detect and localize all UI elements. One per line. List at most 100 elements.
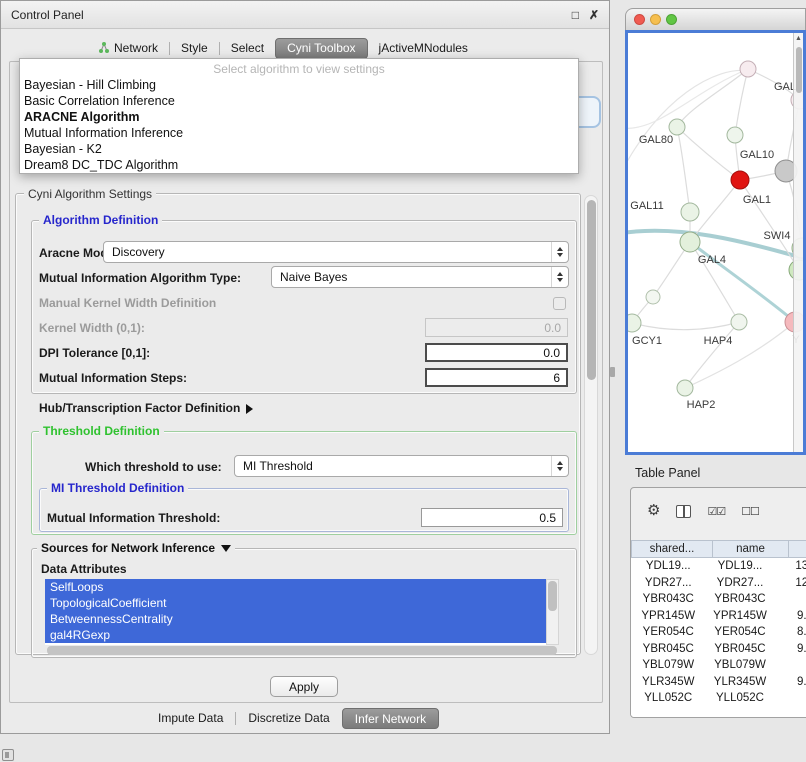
apply-button[interactable]: Apply	[270, 676, 338, 697]
column-browser-icon[interactable]	[676, 505, 691, 518]
algorithm-option[interactable]: Bayesian - K2	[20, 141, 578, 157]
collapsed-panel-icon[interactable]	[2, 749, 14, 761]
combo-arrows-icon	[551, 267, 568, 287]
zoom-traffic-light-icon[interactable]	[666, 14, 677, 25]
settings-vertical-scrollbar[interactable]	[584, 195, 598, 655]
table-row[interactable]: YER054CYER054C8.	[631, 624, 806, 641]
attribute-item[interactable]: gal4RGexp	[45, 627, 546, 643]
network-node[interactable]	[740, 61, 756, 77]
gear-icon[interactable]: ⚙	[647, 502, 660, 520]
network-scroll-thumb[interactable]	[796, 47, 802, 93]
network-vertical-scrollbar[interactable]: ▲	[793, 33, 803, 452]
tab-impute-data[interactable]: Impute Data	[146, 708, 235, 729]
network-edge[interactable]	[685, 322, 739, 388]
network-node[interactable]	[731, 314, 747, 330]
network-node[interactable]	[646, 290, 660, 304]
mi-threshold-field[interactable]: 0.5	[421, 508, 563, 527]
table-row[interactable]: YLL052CYLL052C	[631, 690, 806, 707]
group-title: Cyni Algorithm Settings	[24, 187, 156, 201]
network-node[interactable]	[681, 203, 699, 221]
mi-threshold-label: Mutual Information Threshold:	[47, 511, 220, 525]
algorithm-option[interactable]: Mutual Information Inference	[20, 125, 578, 141]
network-edge[interactable]	[677, 127, 690, 212]
network-edge[interactable]	[628, 70, 750, 175]
combo-arrows-icon	[551, 456, 568, 476]
network-node[interactable]	[669, 119, 685, 135]
window-title: Control Panel	[11, 8, 84, 22]
mi-steps-label: Mutual Information Steps:	[39, 371, 187, 385]
panel-splitter-handle[interactable]	[610, 367, 615, 377]
network-edge[interactable]	[628, 69, 748, 128]
network-view-window: GALGAL80GAL10GAL1GAL11SWI4GAL4GCY1HAP4YH…	[625, 8, 806, 455]
tab-style-label: Style	[181, 38, 208, 59]
table-row[interactable]: YDR27...YDR27...12	[631, 575, 806, 592]
combo-arrows-icon	[551, 242, 568, 262]
hub-section-header[interactable]: Hub/Transcription Factor Definition	[39, 401, 253, 415]
network-node[interactable]	[727, 127, 743, 143]
mi-algorithm-type-combo[interactable]: Naive Bayes	[271, 266, 569, 288]
algorithm-option[interactable]: ARACNE Algorithm	[20, 109, 578, 125]
select-all-rows-icon[interactable]: ☑☑	[707, 505, 725, 518]
algorithm-placeholder: Select algorithm to view settings	[20, 61, 578, 77]
manual-kernel-width-label: Manual Kernel Width Definition	[39, 296, 216, 310]
node-label: GAL80	[639, 134, 673, 146]
column-header[interactable]: name	[713, 540, 789, 558]
mi-steps-field[interactable]: 6	[425, 368, 568, 387]
table-row[interactable]: YPR145WYPR145W9.	[631, 608, 806, 625]
minimize-traffic-light-icon[interactable]	[650, 14, 661, 25]
table-toolbar: ⚙ ☑☑ ☐☐	[631, 498, 806, 524]
network-node[interactable]	[731, 171, 749, 189]
column-header[interactable]: shared...	[631, 540, 713, 558]
attributes-vertical-scrollbar[interactable]	[546, 579, 559, 645]
tab-jactivemnodules-label: jActiveMNodules	[379, 38, 468, 59]
network-node[interactable]	[680, 232, 700, 252]
data-attributes-list[interactable]: SelfLoopsTopologicalCoefficientBetweenne…	[45, 579, 546, 645]
algorithm-option[interactable]: Basic Correlation Inference	[20, 93, 578, 109]
algorithm-option[interactable]: Bayesian - Hill Climbing	[20, 77, 578, 93]
which-threshold-value: MI Threshold	[243, 459, 313, 473]
attribute-item[interactable]: BetweennessCentrality	[45, 611, 546, 627]
aracne-mode-combo[interactable]: Discovery	[103, 241, 569, 263]
network-window-titlebar[interactable]	[625, 8, 806, 30]
tab-discretize-data[interactable]: Discretize Data	[236, 708, 341, 729]
scroll-up-icon[interactable]: ▲	[794, 33, 803, 45]
deselect-all-rows-icon[interactable]: ☐☐	[741, 505, 759, 518]
cyni-bottom-tab-bar: Impute Data Discretize Data Infer Networ…	[146, 708, 439, 729]
network-edge[interactable]	[685, 322, 795, 388]
algorithm-list: Bayesian - Hill ClimbingBasic Correlatio…	[20, 77, 578, 173]
network-edge[interactable]	[735, 69, 748, 135]
node-label: HAP2	[687, 399, 716, 411]
table-row[interactable]: YDL19...YDL19...13	[631, 558, 806, 575]
table-row[interactable]: YBL079WYBL079W	[631, 657, 806, 674]
algorithm-option[interactable]: Dream8 DC_TDC Algorithm	[20, 157, 578, 173]
tab-select[interactable]: Select	[220, 38, 275, 59]
network-canvas[interactable]: GALGAL80GAL10GAL1GAL11SWI4GAL4GCY1HAP4YH…	[628, 33, 803, 452]
network-node[interactable]	[677, 380, 693, 396]
network-edge[interactable]	[632, 322, 739, 330]
tab-style[interactable]: Style	[170, 38, 219, 59]
close-window-icon[interactable]: ✗	[589, 8, 599, 22]
sources-header[interactable]: Sources for Network Inference	[37, 541, 235, 555]
close-traffic-light-icon[interactable]	[634, 14, 645, 25]
manual-kernel-width-checkbox[interactable]	[553, 297, 566, 310]
attribute-item[interactable]: TopologicalCoefficient	[45, 595, 546, 611]
network-node[interactable]	[628, 314, 641, 332]
float-window-icon[interactable]: □	[572, 8, 579, 22]
kernel-width-field[interactable]: 0.0	[425, 318, 568, 337]
tab-jactivemnodules[interactable]: jActiveMNodules	[368, 38, 479, 59]
which-threshold-combo[interactable]: MI Threshold	[234, 455, 569, 477]
node-label: GCY1	[632, 335, 662, 347]
tab-network[interactable]: Network	[87, 38, 169, 59]
attribute-item[interactable]: SelfLoops	[45, 579, 546, 595]
table-row[interactable]: YBR043CYBR043C	[631, 591, 806, 608]
attributes-horizontal-scrollbar[interactable]	[47, 646, 557, 655]
tab-cyni-toolbox[interactable]: Cyni Toolbox	[275, 38, 367, 59]
column-header[interactable]	[789, 540, 806, 558]
aracne-mode-value: Discovery	[112, 245, 165, 259]
control-panel-titlebar[interactable]: Control Panel □ ✗	[1, 1, 609, 29]
table-row[interactable]: YLR345WYLR345W9.	[631, 674, 806, 691]
table-panel-title: Table Panel	[635, 466, 700, 480]
table-row[interactable]: YBR045CYBR045C9.	[631, 641, 806, 658]
tab-infer-network[interactable]: Infer Network	[342, 708, 439, 729]
dpi-tolerance-field[interactable]: 0.0	[425, 343, 568, 362]
